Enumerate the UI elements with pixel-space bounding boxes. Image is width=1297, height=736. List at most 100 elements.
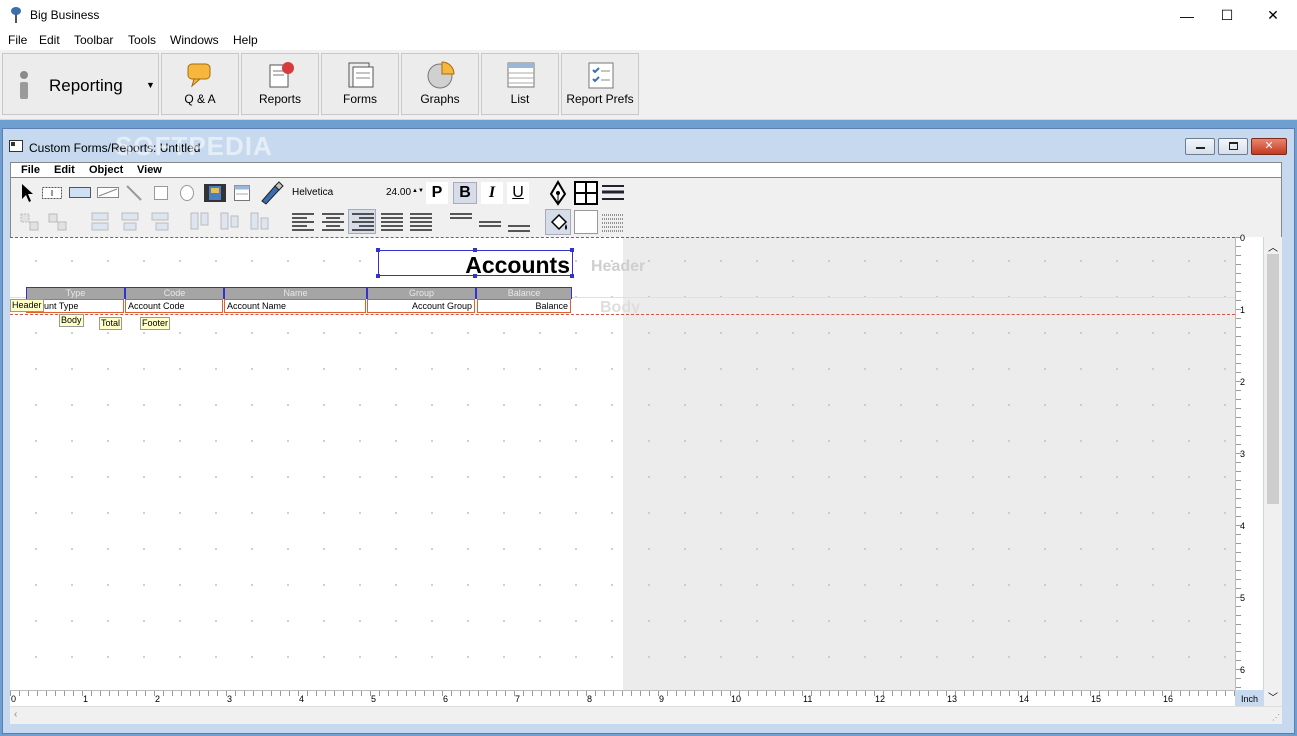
child-close-button[interactable]: ✕ bbox=[1251, 138, 1287, 155]
border-grid-icon[interactable] bbox=[574, 181, 598, 205]
body-tag[interactable]: Body bbox=[59, 314, 84, 327]
align-bottom-right-icon[interactable] bbox=[47, 212, 69, 232]
hruler-label: 10 bbox=[731, 694, 742, 704]
selection-handle[interactable] bbox=[473, 274, 477, 278]
info-icon bbox=[20, 71, 28, 99]
align-left-edges-icon[interactable] bbox=[89, 211, 111, 233]
bold-style-button[interactable]: B bbox=[453, 182, 477, 204]
checklist-icon bbox=[588, 62, 614, 89]
field-account-group[interactable]: Account Group bbox=[367, 299, 475, 313]
form-menu-edit[interactable]: Edit bbox=[54, 164, 75, 176]
fill-color-swatch[interactable] bbox=[574, 210, 598, 234]
line-weight-icon[interactable] bbox=[601, 183, 625, 203]
selection-handle[interactable] bbox=[376, 248, 380, 252]
field-balance[interactable]: Balance bbox=[477, 299, 571, 313]
ruler-unit[interactable]: Inch bbox=[1241, 694, 1258, 704]
text-align-left-icon[interactable] bbox=[291, 211, 315, 233]
align-centers-icon[interactable] bbox=[119, 211, 141, 233]
scroll-left-icon[interactable]: ‹ bbox=[14, 709, 17, 720]
scroll-up-icon[interactable]: ︿ bbox=[1268, 239, 1278, 254]
forms-button[interactable]: Forms bbox=[321, 53, 399, 115]
drawing-toolbar: Helvetica 24.00 ▲▼ P B I U bbox=[10, 178, 1282, 237]
line-spacing-single-icon[interactable] bbox=[449, 211, 473, 233]
fill-bucket-button[interactable] bbox=[545, 209, 571, 235]
menu-toolbar[interactable]: Toolbar bbox=[74, 33, 113, 47]
total-tag[interactable]: Total bbox=[99, 317, 123, 330]
align-right-edges-icon[interactable] bbox=[149, 211, 171, 233]
qa-button[interactable]: Q & A bbox=[161, 53, 239, 115]
column-header-group[interactable]: Group bbox=[367, 287, 476, 299]
line-spacing-double-icon[interactable] bbox=[507, 211, 531, 233]
pointer-icon[interactable] bbox=[20, 183, 34, 203]
font-size[interactable]: 24.00 bbox=[386, 187, 411, 198]
child-restore-button[interactable] bbox=[1218, 138, 1248, 155]
pen-nib-icon[interactable] bbox=[548, 180, 568, 206]
report-title-object[interactable]: Accounts bbox=[378, 250, 573, 278]
plain-style-button[interactable]: P bbox=[426, 182, 448, 204]
hruler-label: 14 bbox=[1019, 694, 1030, 704]
vertical-scroll-thumb[interactable] bbox=[1267, 254, 1279, 504]
selection-handle[interactable] bbox=[473, 248, 477, 252]
chevron-down-icon[interactable]: ▼ bbox=[146, 80, 155, 90]
text-align-center-icon[interactable] bbox=[321, 211, 345, 233]
underline-style-button[interactable]: U bbox=[507, 182, 529, 204]
mode-selector[interactable]: Reporting ▼ bbox=[2, 53, 159, 115]
font-size-stepper-icon[interactable]: ▲▼ bbox=[412, 188, 424, 194]
softpedia-watermark: SOFTPEDIA bbox=[115, 131, 273, 161]
resize-grip-icon[interactable]: ⋰ bbox=[1272, 713, 1280, 722]
align-bottoms-icon[interactable] bbox=[249, 211, 271, 233]
menu-file[interactable]: File bbox=[8, 33, 27, 47]
menu-windows[interactable]: Windows bbox=[170, 33, 219, 47]
graphs-button[interactable]: Graphs bbox=[401, 53, 479, 115]
reports-label: Reports bbox=[258, 92, 302, 106]
selection-handle[interactable] bbox=[570, 274, 574, 278]
oval-icon[interactable] bbox=[179, 184, 195, 202]
pen-brush-icon[interactable] bbox=[259, 181, 285, 205]
line-field-icon[interactable] bbox=[97, 187, 119, 198]
menu-help[interactable]: Help bbox=[233, 33, 258, 47]
scroll-down-icon[interactable]: ﹀ bbox=[1268, 689, 1278, 704]
field-icon[interactable] bbox=[69, 187, 91, 198]
align-middles-icon[interactable] bbox=[219, 211, 241, 233]
graphs-label: Graphs bbox=[420, 92, 460, 106]
subform-icon[interactable] bbox=[233, 184, 251, 202]
title-bar: Big Business — ☐ ✕ bbox=[0, 0, 1297, 31]
italic-style-button[interactable]: I bbox=[481, 182, 503, 204]
font-name[interactable]: Helvetica bbox=[292, 187, 333, 198]
header-tag[interactable]: Header bbox=[10, 299, 44, 312]
report-prefs-button[interactable]: Report Prefs bbox=[561, 53, 639, 115]
vertical-scrollbar[interactable]: ︿ ﹀ bbox=[1264, 237, 1282, 706]
menu-tools[interactable]: Tools bbox=[128, 33, 156, 47]
footer-tag[interactable]: Footer bbox=[140, 317, 171, 330]
line-spacing-half-icon[interactable] bbox=[478, 211, 502, 233]
reports-button[interactable]: Reports bbox=[241, 53, 319, 115]
form-menu-object[interactable]: Object bbox=[89, 164, 123, 176]
text-box-icon[interactable] bbox=[42, 187, 62, 199]
line-icon[interactable] bbox=[125, 184, 143, 202]
rectangle-icon[interactable] bbox=[153, 185, 169, 201]
column-header-name[interactable]: Name bbox=[224, 287, 367, 299]
picture-icon[interactable] bbox=[203, 182, 227, 204]
text-justify-icon[interactable] bbox=[380, 211, 404, 233]
hruler-label: 1 bbox=[83, 694, 89, 704]
text-align-right-button[interactable] bbox=[348, 209, 376, 234]
column-header-code[interactable]: Code bbox=[125, 287, 224, 299]
field-account-code[interactable]: Account Code bbox=[125, 299, 223, 313]
align-top-left-icon[interactable] bbox=[19, 212, 41, 232]
column-header-type[interactable]: Type bbox=[26, 287, 125, 299]
pattern-icon[interactable] bbox=[601, 211, 625, 233]
form-menu-file[interactable]: File bbox=[21, 164, 40, 176]
selection-handle[interactable] bbox=[570, 248, 574, 252]
horizontal-scrollbar[interactable]: ‹ ⋰ bbox=[10, 706, 1282, 724]
maximize-button[interactable]: ☐ bbox=[1204, 0, 1250, 31]
child-minimize-button[interactable] bbox=[1185, 138, 1215, 155]
form-menu-view[interactable]: View bbox=[137, 164, 162, 176]
column-header-balance[interactable]: Balance bbox=[476, 287, 572, 299]
field-account-name[interactable]: Account Name bbox=[224, 299, 366, 313]
align-tops-icon[interactable] bbox=[189, 211, 211, 233]
selection-handle[interactable] bbox=[376, 274, 380, 278]
close-button[interactable]: ✕ bbox=[1250, 0, 1296, 31]
list-button[interactable]: List bbox=[481, 53, 559, 115]
menu-edit[interactable]: Edit bbox=[39, 33, 60, 47]
text-full-justify-icon[interactable] bbox=[409, 211, 433, 233]
